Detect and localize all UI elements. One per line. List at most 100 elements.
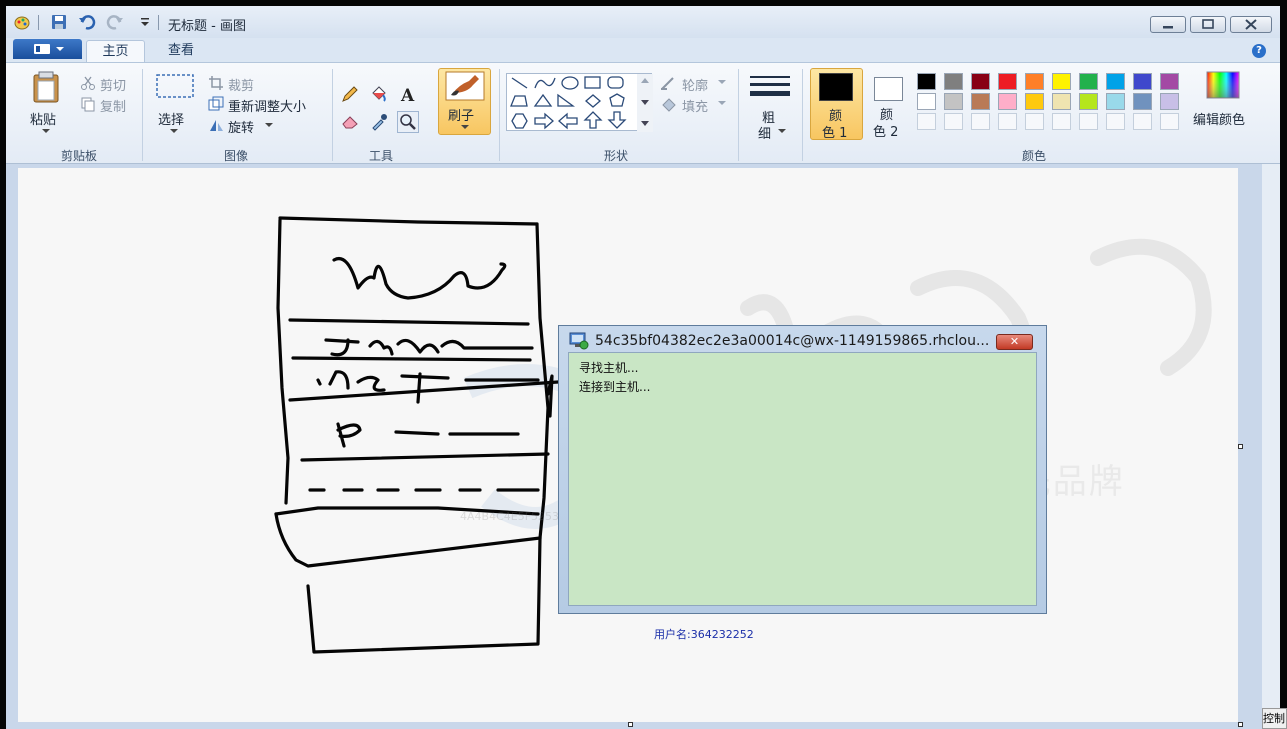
remote-connection-dialog: 54c35bf04382ec2e3a00014c@wx-1149159865.r… bbox=[558, 325, 1047, 614]
select-dropdown-icon bbox=[170, 129, 178, 133]
size-dropdown-icon bbox=[778, 129, 786, 133]
edit-colors-label: 编辑颜色 bbox=[1193, 113, 1246, 128]
custom-color-slot[interactable] bbox=[1079, 113, 1098, 130]
file-menu-button[interactable] bbox=[13, 39, 82, 59]
palette-swatch[interactable] bbox=[1025, 93, 1044, 110]
tools-group-label: 工具 bbox=[368, 149, 393, 163]
redo-icon[interactable] bbox=[106, 14, 124, 30]
palette-swatch[interactable] bbox=[998, 73, 1017, 90]
copy-button[interactable]: 复制 bbox=[100, 96, 126, 115]
palette-swatch[interactable] bbox=[917, 93, 936, 110]
dialog-close-button[interactable]: ✕ bbox=[996, 334, 1033, 350]
custom-color-slot[interactable] bbox=[1025, 113, 1044, 130]
file-menu-icon bbox=[34, 44, 64, 54]
palette-swatch[interactable] bbox=[998, 93, 1017, 110]
paste-button[interactable]: 粘贴 bbox=[20, 69, 72, 139]
fill-dropdown-icon bbox=[718, 101, 726, 105]
custom-color-slot[interactable] bbox=[971, 113, 990, 130]
title-bar: 无标题 - 画图 bbox=[6, 6, 1280, 38]
resize-button[interactable]: 重新调整大小 bbox=[228, 96, 306, 115]
select-button[interactable]: 选择 bbox=[152, 69, 196, 139]
undo-icon[interactable] bbox=[78, 14, 96, 30]
custom-color-slot[interactable] bbox=[1106, 113, 1125, 130]
palette-swatch[interactable] bbox=[944, 73, 963, 90]
edit-colors-button[interactable]: 编辑颜色 bbox=[1192, 69, 1256, 139]
rotate-icon bbox=[210, 120, 223, 131]
fill-tool[interactable] bbox=[368, 83, 390, 105]
help-icon[interactable]: ? bbox=[1252, 44, 1266, 58]
palette-swatch[interactable] bbox=[971, 73, 990, 90]
brushes-button[interactable]: 刷子 bbox=[438, 68, 491, 135]
palette-swatch[interactable] bbox=[1133, 73, 1152, 90]
text-tool[interactable]: A bbox=[397, 83, 419, 106]
resize-handle-corner[interactable] bbox=[1238, 722, 1243, 727]
palette-swatch[interactable] bbox=[1052, 93, 1071, 110]
tab-home[interactable]: 主页 bbox=[86, 40, 145, 62]
palette-swatch[interactable] bbox=[1106, 73, 1125, 90]
palette-swatch[interactable] bbox=[1160, 93, 1179, 110]
eraser-tool[interactable] bbox=[339, 111, 361, 133]
color-2-button[interactable]: 颜 色 2 bbox=[865, 68, 915, 140]
shapes-gallery[interactable] bbox=[506, 73, 653, 132]
cut-button[interactable]: 剪切 bbox=[100, 75, 126, 94]
save-icon[interactable] bbox=[50, 14, 68, 30]
colors-group-label: 颜色 bbox=[1021, 149, 1046, 163]
edit-colors-icon bbox=[1206, 71, 1240, 99]
minimize-button[interactable] bbox=[1150, 16, 1186, 33]
brushes-dropdown-icon bbox=[461, 125, 469, 129]
rotate-dropdown-icon bbox=[265, 123, 273, 127]
resize-handle-bottom[interactable] bbox=[628, 722, 633, 727]
taskbar-control-label[interactable]: 控制 bbox=[1262, 708, 1287, 729]
palette-swatch[interactable] bbox=[944, 93, 963, 110]
vertical-scrollbar[interactable] bbox=[1262, 164, 1280, 729]
palette-swatch[interactable] bbox=[971, 93, 990, 110]
fill-shape-icon bbox=[662, 98, 676, 112]
dialog-title: 54c35bf04382ec2e3a00014c@wx-1149159865.r… bbox=[595, 333, 990, 349]
close-icon bbox=[1245, 19, 1257, 30]
palette-swatch[interactable] bbox=[1133, 93, 1152, 110]
group-divider bbox=[499, 69, 500, 161]
svg-text:A: A bbox=[400, 86, 415, 104]
log-line-1: 寻找主机... bbox=[579, 361, 639, 375]
tab-view[interactable]: 查看 bbox=[152, 40, 210, 62]
palette-swatch[interactable] bbox=[1079, 73, 1098, 90]
pencil-tool[interactable] bbox=[339, 83, 361, 105]
rotate-button[interactable]: 旋转 bbox=[228, 117, 254, 136]
ribbon: 粘贴 剪切 复制 剪贴板 选择 裁剪 重新调整大小 旋转 图像 A 工具 刷子 … bbox=[6, 62, 1280, 164]
custom-color-slot[interactable] bbox=[1133, 113, 1152, 130]
color-palette bbox=[917, 73, 1192, 133]
custom-color-slot[interactable] bbox=[917, 113, 936, 130]
custom-color-slot[interactable] bbox=[998, 113, 1017, 130]
brush-icon bbox=[445, 71, 485, 101]
quick-access-dropdown-icon[interactable] bbox=[136, 14, 154, 30]
custom-color-slot[interactable] bbox=[1052, 113, 1071, 130]
custom-color-slot[interactable] bbox=[1160, 113, 1179, 130]
eraser-icon bbox=[342, 116, 358, 129]
group-divider bbox=[332, 69, 333, 161]
palette-swatch[interactable] bbox=[917, 73, 936, 90]
resize-handle-right[interactable] bbox=[1238, 444, 1243, 449]
group-divider bbox=[802, 69, 803, 161]
size-button[interactable]: 粗 细 bbox=[746, 69, 794, 142]
paint-app-icon[interactable] bbox=[14, 14, 32, 30]
palette-swatch[interactable] bbox=[1025, 73, 1044, 90]
palette-swatch[interactable] bbox=[1079, 93, 1098, 110]
fill-shape-button[interactable]: 填充 bbox=[682, 96, 708, 115]
color-1-button[interactable]: 颜 色 1 bbox=[810, 68, 863, 141]
log-line-2: 连接到主机... bbox=[579, 380, 651, 394]
outline-button[interactable]: 轮廓 bbox=[682, 75, 708, 94]
palette-swatch[interactable] bbox=[1160, 73, 1179, 90]
close-button[interactable] bbox=[1230, 16, 1272, 33]
custom-color-slot[interactable] bbox=[944, 113, 963, 130]
magnifier-tool[interactable] bbox=[397, 111, 419, 133]
color-picker-tool[interactable] bbox=[368, 111, 390, 133]
palette-swatch[interactable] bbox=[1052, 73, 1071, 90]
maximize-button[interactable] bbox=[1190, 16, 1226, 33]
magnifier-icon bbox=[400, 114, 416, 130]
crop-button[interactable]: 裁剪 bbox=[228, 75, 254, 94]
cut-icon bbox=[81, 76, 95, 90]
maximize-icon bbox=[1202, 19, 1214, 29]
fill-bucket-icon bbox=[372, 86, 386, 102]
color-1-label-b: 色 1 bbox=[822, 126, 848, 141]
palette-swatch[interactable] bbox=[1106, 93, 1125, 110]
